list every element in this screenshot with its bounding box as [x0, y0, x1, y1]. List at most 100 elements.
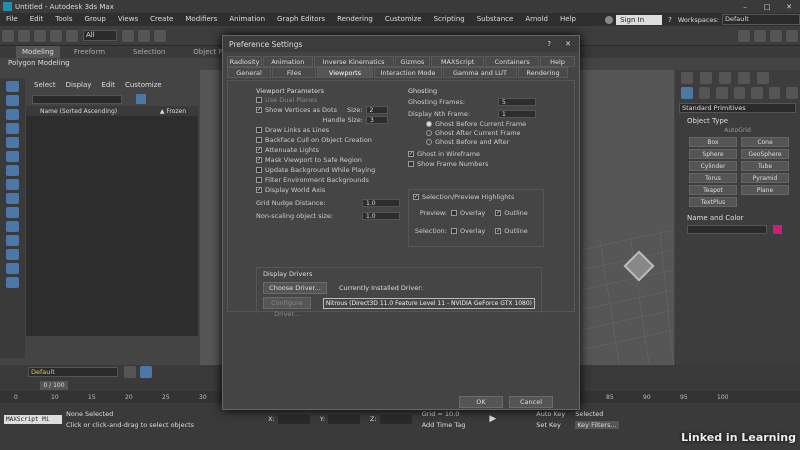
display-spacewarps-icon[interactable]	[6, 151, 19, 162]
redo-icon[interactable]	[18, 29, 30, 42]
menu-animation[interactable]: Animation	[223, 13, 271, 26]
primitive-pyramid-button[interactable]: Pyramid	[741, 173, 789, 183]
handle-size-spinner[interactable]: 3	[366, 116, 388, 124]
tab-radiosity[interactable]: Radiosity	[227, 56, 263, 67]
display-xrefs-icon[interactable]	[6, 179, 19, 190]
primitive-tube-button[interactable]: Tube	[741, 161, 789, 171]
choose-driver-button[interactable]: Choose Driver...	[263, 282, 327, 294]
render-icon[interactable]	[770, 29, 782, 42]
primitive-cylinder-button[interactable]: Cylinder	[689, 161, 737, 171]
object-color-swatch[interactable]	[773, 225, 782, 234]
show-frame-numbers-checkbox[interactable]: Show Frame Numbers	[408, 159, 544, 169]
tab-gamma-and-lut[interactable]: Gamma and LUT	[443, 67, 517, 78]
ghost-before-radio[interactable]: Ghost Before Current Frame	[408, 119, 544, 129]
non-scaling-spinner[interactable]: 1.0	[362, 212, 400, 220]
ghost-wireframe-checkbox[interactable]: ✓ Ghost in Wireframe	[408, 149, 544, 159]
display-geometry-icon[interactable]	[6, 81, 19, 92]
tab-rendering[interactable]: Rendering	[518, 67, 568, 78]
maxscript-listener[interactable]: MAXScript Mi	[4, 414, 62, 424]
tab-gizmos[interactable]: Gizmos	[394, 56, 430, 67]
tab-maxscript[interactable]: MAXScript	[430, 56, 485, 67]
display-invert-icon[interactable]	[6, 277, 19, 288]
set-key-button[interactable]: Set Key	[536, 421, 565, 429]
modify-tab-icon[interactable]	[700, 72, 712, 84]
add-time-tag[interactable]: Add Time Tag	[422, 421, 466, 429]
name-color-header[interactable]: Name and Color	[679, 214, 796, 222]
scene-menu-edit[interactable]: Edit	[101, 81, 115, 89]
preview-outline-checkbox[interactable]: ✓	[495, 210, 502, 216]
lights-icon[interactable]	[716, 87, 728, 99]
undo-icon[interactable]	[2, 29, 14, 42]
render-online-icon[interactable]	[786, 29, 798, 42]
render-setup-icon[interactable]	[738, 29, 750, 42]
size-spinner[interactable]: 2	[365, 106, 388, 114]
maximize-button[interactable]: □	[756, 3, 778, 11]
display-all-icon[interactable]	[6, 249, 19, 260]
tab-viewports[interactable]: Viewports	[317, 67, 373, 78]
menu-file[interactable]: File	[0, 13, 24, 26]
primitive-plane-button[interactable]: Plane	[741, 185, 789, 195]
selection-filter-dropdown[interactable]: All	[83, 30, 117, 41]
bind-space-warp-icon[interactable]	[66, 29, 78, 42]
autogrid-checkbox[interactable]: AutoGrid	[675, 127, 800, 134]
selection-outline-checkbox[interactable]: ✓	[495, 228, 502, 234]
select-by-name-icon[interactable]	[138, 29, 150, 42]
display-helpers-icon[interactable]	[6, 137, 19, 148]
time-slider[interactable]: 0 / 100	[40, 380, 68, 390]
sign-in-button[interactable]: Sign In	[616, 14, 663, 25]
object-name-input[interactable]	[687, 225, 767, 234]
cameras-icon[interactable]	[733, 87, 746, 99]
filter-environment-checkbox[interactable]: Filter Environment Backgrounds	[256, 175, 400, 185]
primitive-sphere-button[interactable]: Sphere	[689, 149, 737, 159]
display-cameras-icon[interactable]	[6, 123, 19, 134]
ghosting-frames-spinner[interactable]: 5	[498, 98, 536, 106]
display-groups-icon[interactable]	[6, 165, 19, 176]
selection-overlay-checkbox[interactable]	[451, 228, 457, 234]
workspaces-dropdown[interactable]: Default	[722, 14, 800, 25]
ribbon-tab-freeform[interactable]: Freeform	[60, 46, 119, 58]
scene-search-input[interactable]	[32, 94, 122, 104]
backface-cull-checkbox[interactable]: Backface Cull on Object Creation	[256, 135, 400, 145]
ribbon-tab-modeling[interactable]: Modeling	[16, 46, 60, 58]
menu-views[interactable]: Views	[112, 13, 144, 26]
column-name-header[interactable]: Name (Sorted Ascending)	[40, 108, 117, 115]
spacewarps-icon[interactable]	[768, 87, 781, 99]
dialog-help-icon[interactable]: ?	[547, 40, 551, 48]
menu-help[interactable]: Help	[554, 13, 582, 26]
display-tab-icon[interactable]	[757, 72, 769, 84]
unlink-icon[interactable]	[50, 29, 62, 42]
play-button[interactable]: ▶	[489, 414, 496, 424]
primitive-box-button[interactable]: Box	[689, 137, 737, 147]
select-object-icon[interactable]	[122, 29, 134, 42]
dialog-close-icon[interactable]: ✕	[565, 40, 571, 48]
scene-menu-select[interactable]: Select	[34, 81, 56, 89]
close-button[interactable]: ✕	[778, 3, 800, 11]
tab-containers[interactable]: Containers	[485, 56, 539, 67]
display-bones-icon[interactable]	[6, 193, 19, 204]
display-shapes-icon[interactable]	[6, 95, 19, 106]
menu-arnold[interactable]: Arnold	[519, 13, 554, 26]
geometry-icon[interactable]	[681, 87, 693, 99]
scene-menu-customize[interactable]: Customize	[125, 81, 162, 89]
show-vertices-checkbox[interactable]: ✓ Show Vertices as Dots Size: 2	[256, 105, 400, 115]
primitive-torus-button[interactable]: Torus	[689, 173, 737, 183]
help-icon[interactable]: ?	[668, 16, 672, 24]
shapes-icon[interactable]	[698, 87, 711, 99]
attenuate-lights-checkbox[interactable]: ✓ Attenuate Lights	[256, 145, 400, 155]
display-frozen-icon[interactable]	[6, 221, 19, 232]
helpers-icon[interactable]	[751, 87, 763, 99]
draw-links-checkbox[interactable]: Draw Links as Lines	[256, 125, 400, 135]
layer-dropdown[interactable]: Default	[28, 367, 118, 377]
tab-interaction-mode[interactable]: Interaction Mode	[374, 67, 442, 78]
primitive-textplus-button[interactable]: TextPlus	[689, 197, 737, 207]
ribbon-tab-selection[interactable]: Selection	[119, 46, 179, 58]
grid-nudge-spinner[interactable]: 1.0	[362, 199, 400, 207]
menu-modifiers[interactable]: Modifiers	[179, 13, 223, 26]
tab-general[interactable]: General	[227, 67, 271, 78]
rect-select-icon[interactable]	[154, 29, 166, 42]
primitive-geosphere-button[interactable]: GeoSphere	[741, 149, 789, 159]
display-hidden-icon[interactable]	[6, 235, 19, 246]
cancel-button[interactable]: Cancel	[509, 396, 553, 408]
object-type-header[interactable]: Object Type	[679, 117, 796, 125]
primitive-teapot-button[interactable]: Teapot	[689, 185, 737, 195]
